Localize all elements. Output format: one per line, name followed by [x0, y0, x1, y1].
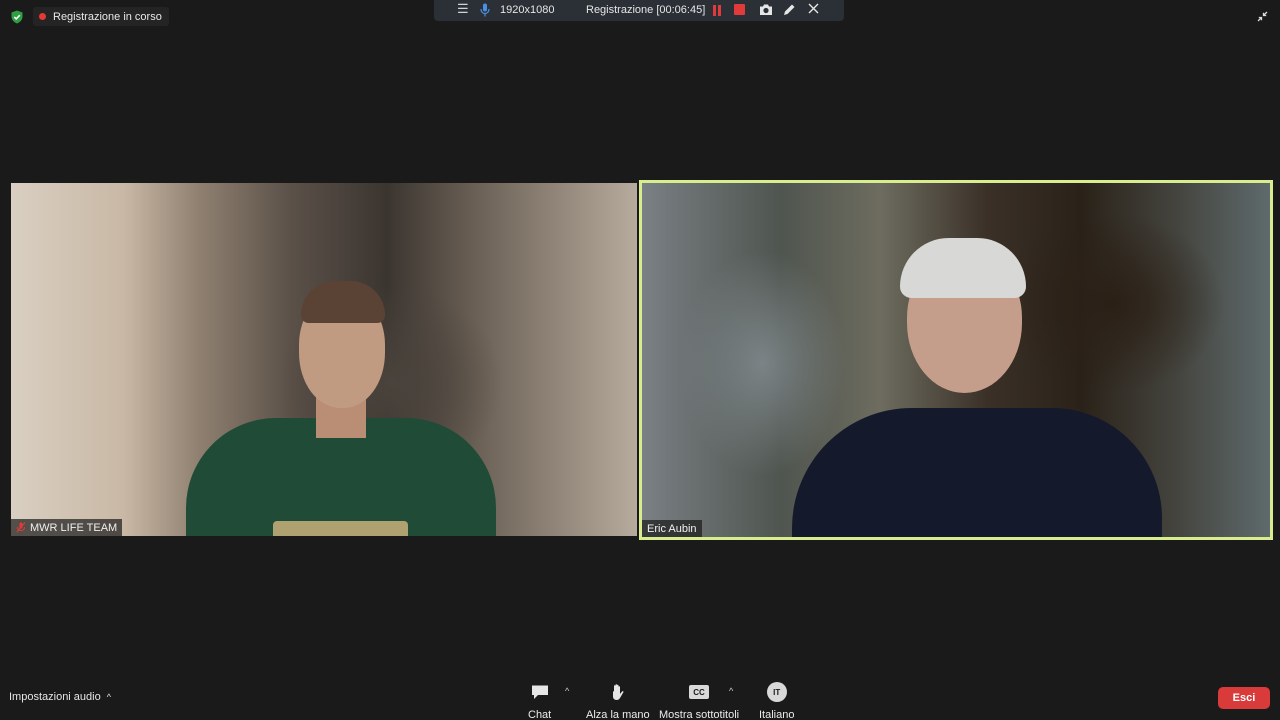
captions-button[interactable]: CC Mostra sottotitoli	[659, 682, 739, 720]
participant-name: MWR LIFE TEAM	[30, 521, 118, 534]
exit-button[interactable]: Esci	[1218, 687, 1270, 709]
closed-captions-icon: CC	[689, 685, 710, 699]
camera-icon[interactable]	[759, 3, 773, 16]
audio-settings-button[interactable]: Impostazioni audio ^	[9, 691, 111, 703]
chevron-up-icon[interactable]: ^	[729, 686, 733, 696]
chevron-up-icon[interactable]: ^	[565, 686, 569, 696]
mic-muted-icon	[16, 522, 26, 533]
raise-hand-label: Alza la mano	[586, 709, 650, 720]
exit-fullscreen-icon[interactable]	[1257, 11, 1268, 22]
close-icon[interactable]	[808, 3, 819, 14]
recorder-toolbar: ☰ 1920x1080 Registrazione [00:06:45]	[434, 0, 844, 21]
audio-settings-label: Impostazioni audio	[9, 691, 101, 703]
participant-video-hair	[301, 281, 385, 323]
chat-label: Chat	[528, 709, 552, 720]
chat-icon	[531, 685, 548, 699]
captions-label: Mostra sottotitoli	[659, 709, 740, 720]
participant-video-body	[792, 408, 1162, 537]
chat-button[interactable]: Chat	[528, 682, 551, 720]
language-icon: IT	[766, 682, 787, 702]
video-tile-participant-2[interactable]: Eric Aubin	[639, 180, 1273, 540]
hamburger-icon[interactable]: ☰	[457, 1, 469, 17]
participant-name-tag: Eric Aubin	[642, 520, 702, 537]
hand-icon	[612, 684, 624, 700]
pen-icon[interactable]	[783, 3, 796, 16]
chevron-up-icon: ^	[106, 692, 111, 702]
participant-name-tag: MWR LIFE TEAM	[11, 519, 123, 536]
video-tile-participant-1[interactable]: MWR LIFE TEAM	[11, 183, 637, 536]
participant-shirt-print	[273, 521, 408, 536]
language-button[interactable]: IT Italiano	[759, 682, 794, 720]
recording-status[interactable]: Registrazione in corso	[33, 7, 169, 26]
raise-hand-button[interactable]: Alza la mano	[586, 682, 650, 720]
recording-status-label: Registrazione in corso	[53, 10, 162, 23]
stop-icon[interactable]	[734, 4, 745, 15]
pause-icon[interactable]	[712, 5, 722, 16]
shield-check-icon[interactable]	[10, 10, 24, 24]
language-label: Italiano	[759, 709, 795, 720]
recording-timer: Registrazione [00:06:45]	[586, 4, 706, 16]
recording-dot-icon	[39, 13, 46, 20]
resolution-label: 1920x1080	[500, 4, 555, 16]
participant-video-hair	[900, 238, 1026, 298]
participant-name: Eric Aubin	[647, 522, 697, 535]
microphone-icon[interactable]	[480, 3, 490, 17]
